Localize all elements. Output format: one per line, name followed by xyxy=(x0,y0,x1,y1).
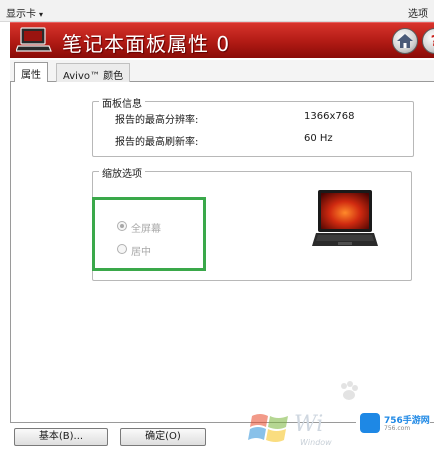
options-menu[interactable]: 选项 xyxy=(408,5,428,20)
menu-bar: 显示卡 ▾ 选项 xyxy=(0,0,434,22)
panel-info-group: 面板信息 xyxy=(92,95,414,157)
help-button[interactable]: ? xyxy=(422,28,434,54)
basic-button[interactable]: 基本(B)... xyxy=(14,428,108,446)
paw-watermark-icon xyxy=(341,381,358,400)
laptop-icon xyxy=(16,27,52,52)
tab-avivo-color[interactable]: Avivo™ 颜色 xyxy=(56,63,131,82)
site-logo-icon xyxy=(360,413,380,433)
page-header: 笔记本面板属性 0 ? xyxy=(10,22,434,58)
tab-properties[interactable]: 属性 xyxy=(14,62,48,83)
laptop-icon xyxy=(312,190,378,246)
graphics-card-menu[interactable]: 显示卡 ▾ xyxy=(6,5,43,20)
max-refresh-rate-value: 60 Hz xyxy=(304,133,333,144)
windows-watermark-text: Wi xyxy=(294,412,324,437)
help-icon: ? xyxy=(423,32,434,50)
windows-watermark-sub: Window xyxy=(300,438,332,447)
page-title: 笔记本面板属性 0 xyxy=(62,32,231,56)
max-refresh-rate-label: 报告的最高刷新率: xyxy=(115,137,199,148)
graphics-card-menu-label: 显示卡 xyxy=(6,9,36,20)
ok-button[interactable]: 确定(O) xyxy=(120,428,206,446)
home-icon xyxy=(397,34,413,48)
site-badge: 756手游网 756.com xyxy=(356,410,430,436)
chevron-down-icon: ▾ xyxy=(39,10,44,19)
tab-strip: 属性 Avivo™ 颜色 xyxy=(10,60,434,83)
home-button[interactable] xyxy=(392,28,418,54)
scaling-options-legend: 缩放选项 xyxy=(99,165,145,180)
highlight-box xyxy=(92,197,206,271)
max-resolution-value: 1366x768 xyxy=(304,111,355,122)
site-badge-sub: 756.com xyxy=(384,425,411,432)
panel-info-legend: 面板信息 xyxy=(99,95,145,110)
windows-logo-icon xyxy=(248,414,288,442)
max-resolution-label: 报告的最高分辨率: xyxy=(115,115,199,126)
